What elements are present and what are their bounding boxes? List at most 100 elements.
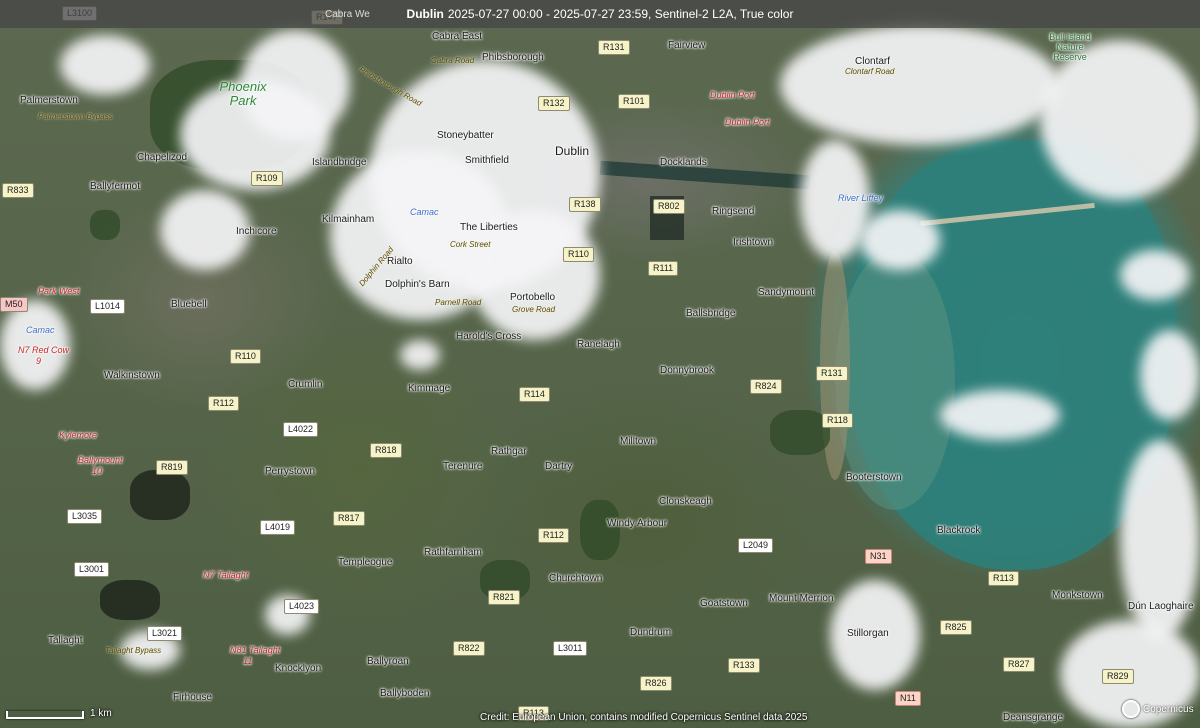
road-shield-l3001: L3001 — [74, 562, 110, 577]
cloud — [1140, 330, 1200, 420]
road-shield-r825: R825 — [940, 620, 972, 635]
place-monkstown: Monkstown — [1052, 590, 1103, 601]
cloud — [1040, 40, 1200, 200]
place-stoneybatter: Stoneybatter — [437, 130, 494, 141]
place-ringsend: Ringsend — [712, 206, 755, 217]
road-shield-r817: R817 — [333, 511, 365, 526]
cloud — [940, 390, 1060, 440]
street-clontarf-road: Clontarf Road — [845, 67, 895, 76]
attribution-credit: Credit: European Union, contains modifie… — [480, 712, 808, 723]
place-deansgrange: Deansgrange — [1003, 712, 1064, 723]
water-river-liffey: River Liffey — [838, 193, 884, 203]
road-shield-r833: R833 — [2, 183, 34, 198]
water-camac-2: Camac — [26, 325, 55, 335]
street-palmerstown-bypass: Palmerstown Bypass — [38, 112, 113, 121]
place-ballyroan: Ballyroan — [367, 656, 409, 667]
place-chapelizod: Chapelizod — [137, 152, 188, 163]
place-bull-island: Bull Island Nature Reserve — [1049, 32, 1091, 62]
road-shield-l3011: L3011 — [553, 641, 588, 656]
place-mount-merrion: Mount Merrion — [769, 593, 834, 604]
road-shield-n31: N31 — [865, 549, 892, 564]
road-shield-r109: R109 — [251, 171, 283, 186]
place-portobello: Portobello — [510, 292, 556, 303]
green-space — [580, 500, 620, 560]
road-shield-r101: R101 — [618, 94, 650, 109]
place-cabra-east: Cabra East — [432, 31, 483, 42]
copernicus-logo-text: Copernicus — [1143, 703, 1194, 715]
place-rialto: Rialto — [387, 256, 413, 267]
place-clontarf: Clontarf — [855, 56, 891, 67]
road-shield-r131a: R131 — [598, 40, 630, 55]
cloud — [1120, 250, 1190, 300]
road-shield-r824: R824 — [750, 379, 782, 394]
place-templeogue: Templeogue — [338, 557, 393, 568]
label-dublin-port-2: Dublin Port — [725, 117, 770, 127]
street-parnell-road: Parnell Road — [435, 298, 482, 307]
road-shield-r133: R133 — [728, 658, 760, 673]
place-knocklyon: Knocklyon — [275, 663, 322, 674]
road-shield-r821: R821 — [488, 590, 520, 605]
label-kylemore: Kylemore — [59, 430, 98, 440]
place-perrystown: Perrystown — [265, 466, 316, 477]
road-shield-r826: R826 — [640, 676, 672, 691]
place-donnybrook: Donnybrook — [660, 365, 714, 376]
place-ballsbridge: Ballsbridge — [686, 308, 736, 319]
road-shield-r132: R132 — [538, 96, 570, 111]
place-harolds-cross: Harold's Cross — [456, 331, 522, 342]
place-tallaght: Tallaght — [48, 635, 83, 646]
dark-patch — [100, 580, 160, 620]
place-clonskeagh: Clonskeagh — [659, 496, 712, 507]
place-palmerstown: Palmerstown — [20, 95, 78, 106]
map-viewer[interactable]: Dublin 2025-07-27 00:00 - 2025-07-27 23:… — [0, 0, 1200, 728]
road-shield-m50: M50 — [0, 297, 28, 312]
label-red-cow-num: 9 — [36, 356, 42, 366]
place-rathfarnham: Rathfarnham — [424, 547, 482, 558]
green-space — [90, 210, 120, 240]
green-space — [770, 410, 830, 455]
road-shield-r110b: R110 — [230, 349, 261, 364]
road-shield-l3035: L3035 — [67, 509, 103, 524]
place-crumlin: Crumlin — [288, 379, 323, 390]
road-shield-l4019: L4019 — [260, 520, 296, 535]
label-ballymount-num: 10 — [92, 466, 103, 476]
place-docklands: Docklands — [660, 157, 707, 168]
road-shield-l2049: L2049 — [738, 538, 774, 553]
road-shield-r819: R819 — [156, 460, 188, 475]
map-title-bar: Dublin 2025-07-27 00:00 - 2025-07-27 23:… — [0, 0, 1200, 28]
title-location: Dublin — [406, 7, 444, 21]
place-churchtown: Churchtown — [549, 573, 603, 584]
road-shield-l4022: L4022 — [283, 422, 319, 437]
place-sandymount: Sandymount — [758, 287, 815, 298]
road-shield-r822: R822 — [453, 641, 485, 656]
road-shield-r827: R827 — [1003, 657, 1035, 672]
place-stillorgan: Stillorgan — [847, 628, 889, 639]
road-shield-l3021: L3021 — [147, 626, 183, 641]
sandymount-strand — [835, 250, 955, 510]
place-goatstown: Goatstown — [700, 598, 748, 609]
place-dun-laoghaire: Dún Laoghaire — [1128, 601, 1194, 612]
street-tallaght-bypass: Tallaght Bypass — [105, 646, 162, 655]
cloud — [400, 340, 440, 370]
road-shield-r113a: R113 — [988, 571, 1019, 586]
place-booterstown: Booterstown — [846, 472, 902, 483]
label-ballymount: Ballymount — [78, 455, 123, 465]
place-dolphins-barn: Dolphin's Barn — [385, 279, 450, 290]
label-n81-tallaght: N81 Tallaght — [230, 645, 281, 655]
copernicus-logo: Copernicus — [1122, 700, 1194, 718]
scale-bar-line — [6, 711, 84, 719]
place-phoenix-park: Phoenix Park — [219, 79, 267, 108]
road-shield-r131b: R131 — [816, 366, 848, 381]
place-dublin: Dublin — [555, 144, 590, 158]
place-terenure: Terenure — [443, 461, 483, 472]
place-bluebell: Bluebell — [171, 299, 207, 310]
place-blackrock: Blackrock — [937, 525, 981, 536]
scale-label: 1 km — [90, 708, 112, 719]
place-dundrum: Dundrum — [630, 627, 672, 638]
label-n7-tallaght: N7 Tallaght — [203, 570, 249, 580]
road-shield-r112b: R112 — [538, 528, 569, 543]
road-shield-r114: R114 — [519, 387, 550, 402]
place-kimmage: Kimmage — [408, 383, 451, 394]
place-dartry: Dartry — [545, 461, 573, 472]
place-inchicore: Inchicore — [236, 226, 277, 237]
place-walkinstown: Walkinstown — [104, 370, 160, 381]
